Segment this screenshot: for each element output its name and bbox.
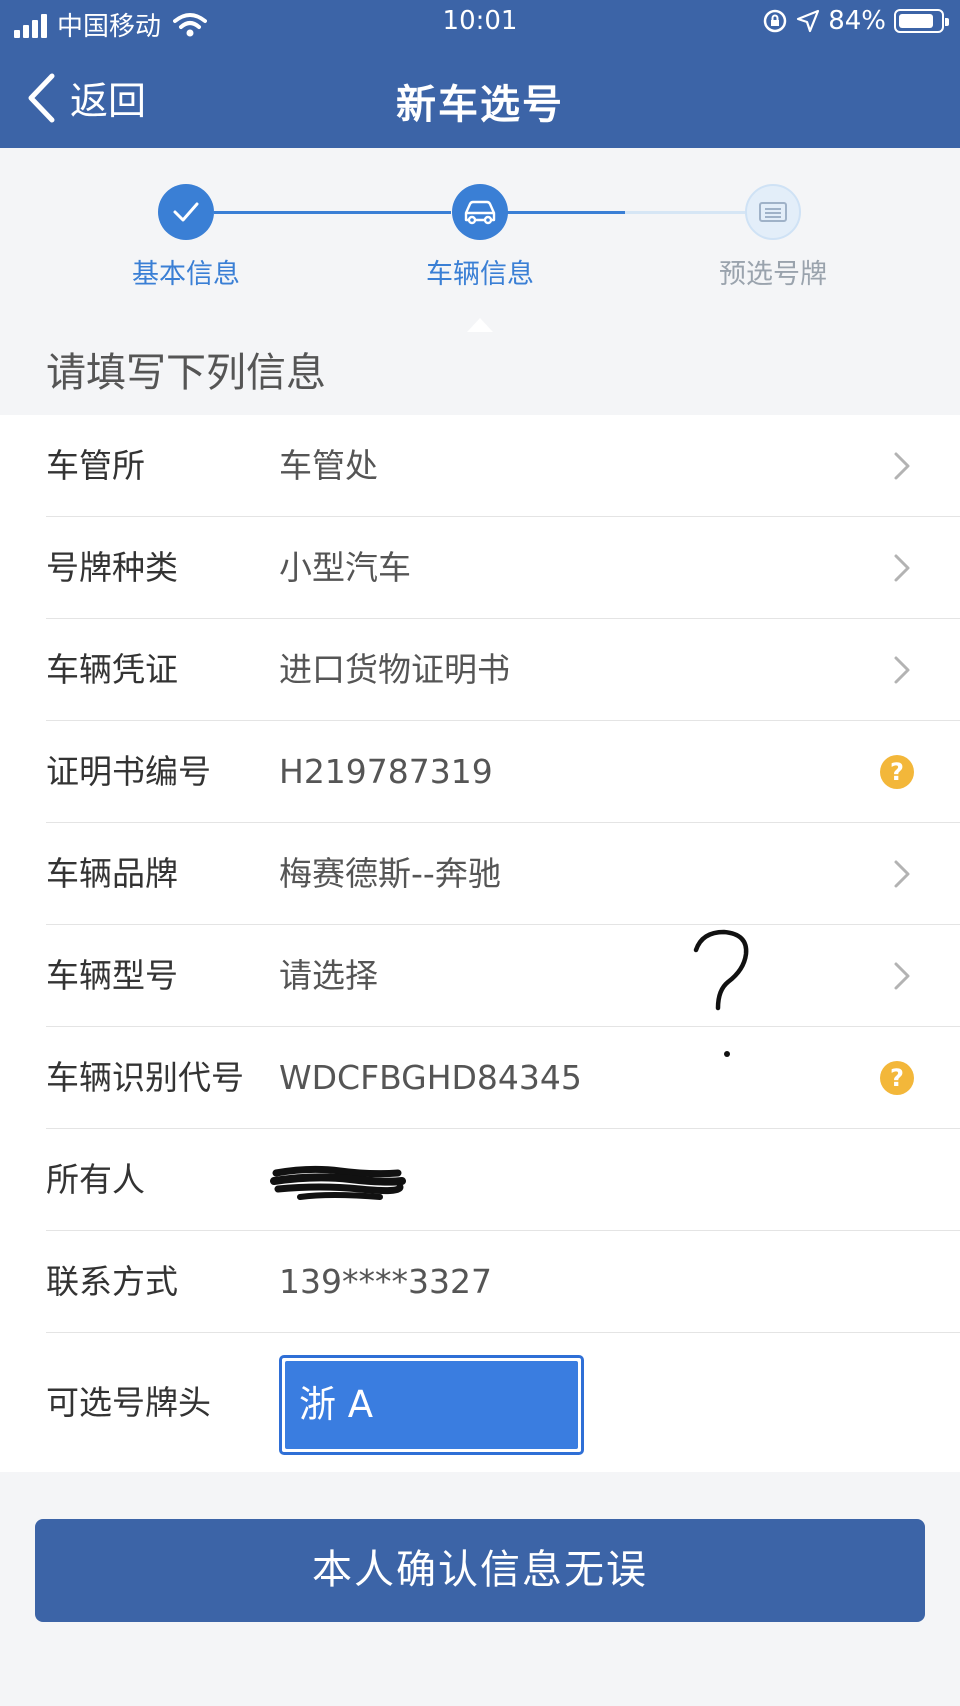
row-label: 车辆凭证 [46,650,178,689]
row-label: 证明书编号 [46,752,211,791]
step-label: 车辆信息 [426,259,534,290]
rotation-lock-icon [763,9,787,33]
chevron-right-icon [894,962,910,990]
step-circle-done [158,184,214,240]
row-label: 号牌种类 [46,548,178,587]
chevron-right-icon [894,860,910,888]
row-value: 进口货物证明书 [279,650,510,689]
form-row-owner: 所有人 [0,1129,960,1231]
car-icon [464,200,496,225]
step-vehicle-info: 车辆信息 [380,184,580,291]
step-circle-active [452,184,508,240]
handwritten-question-mark [693,929,749,1057]
row-value: 139****3327 [279,1262,492,1301]
row-label: 车辆型号 [46,956,178,995]
form-row-vehicle-office[interactable]: 车管所 车管处 [0,415,960,517]
row-value: 车管处 [279,446,378,485]
help-icon[interactable]: ? [880,1061,914,1095]
help-icon[interactable]: ? [880,755,914,789]
status-right: 84% [762,6,949,36]
navigation-bar: 返回 新车选号 [0,50,960,146]
form-row-vehicle-model[interactable]: 车辆型号 请选择 [0,925,960,1027]
battery-icon [894,9,949,33]
progress-stepper: 基本信息 车辆信息 预选号牌 [0,148,960,332]
row-label: 可选号牌头 [46,1383,211,1422]
step-plate-preselect: 预选号牌 [673,184,873,291]
form-row-vehicle-brand[interactable]: 车辆品牌 梅赛德斯--奔驰 [0,823,960,925]
form-row-vehicle-certificate[interactable]: 车辆凭证 进口货物证明书 [0,619,960,721]
step-pointer-caret [467,318,493,332]
row-label: 车辆品牌 [46,854,178,893]
chevron-right-icon [894,452,910,480]
chevron-right-icon [894,656,910,684]
step-circle-pending [745,184,801,240]
check-icon [173,202,199,222]
redaction-scribble [270,1165,406,1200]
form-row-contact: 联系方式 139****3327 [0,1231,960,1333]
form-row-vin: 车辆识别代号 WDCFBGHD84345 ? [0,1027,960,1129]
license-plate-icon [759,202,787,222]
battery-percent: 84% [828,6,886,36]
step-basic-info: 基本信息 [86,184,286,291]
row-value: 小型汽车 [279,548,411,587]
row-value: WDCFBGHD84345 [279,1058,582,1097]
form-row-plate-prefix: 可选号牌头 浙 A [0,1333,960,1472]
section-title: 请填写下列信息 [46,350,326,396]
plate-prefix-value: 浙 A [285,1361,578,1449]
step-label: 基本信息 [132,259,240,290]
app-header: 中国移动 10:01 84% 返回 新车选号 [0,0,960,148]
page-title: 新车选号 [396,82,564,128]
step-label: 预选号牌 [719,259,827,290]
confirm-info-button[interactable]: 本人确认信息无误 [35,1519,925,1622]
form-row-plate-type[interactable]: 号牌种类 小型汽车 [0,517,960,619]
location-arrow-icon [797,9,820,33]
row-value: 梅赛德斯--奔驰 [279,854,501,893]
row-value: 请选择 [279,956,378,995]
row-label: 所有人 [46,1160,145,1199]
vehicle-info-form: 车管所 车管处 号牌种类 小型汽车 车辆凭证 进口货物证明书 证明书编号 H21… [0,415,960,1472]
status-bar: 中国移动 10:01 84% [0,0,960,46]
row-label: 联系方式 [46,1262,178,1301]
row-label: 车管所 [46,446,145,485]
row-value: H219787319 [279,752,493,791]
chevron-right-icon [894,554,910,582]
form-row-certificate-number: 证明书编号 H219787319 ? [0,721,960,823]
plate-prefix-select[interactable]: 浙 A [279,1355,584,1455]
row-label: 车辆识别代号 [46,1058,244,1097]
